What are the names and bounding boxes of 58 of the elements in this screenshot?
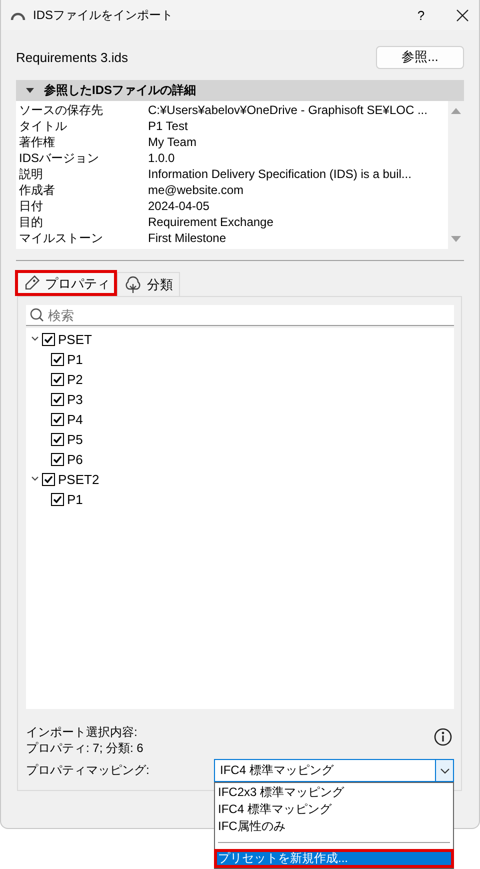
field-label: 説明 [19,166,44,182]
field-value: First Milestone [148,231,228,245]
field-value: 2024-04-05 [148,199,210,213]
tree-item-label[interactable]: P1 [67,352,83,366]
dropdown-option[interactable]: IFC2x3 標準マッピング [215,784,453,801]
chevron-down-icon[interactable] [31,475,39,483]
checkbox[interactable] [51,432,64,446]
tree-item-label[interactable]: P6 [67,452,83,466]
mapping-label: プロパティマッピング: [26,762,150,779]
checkbox[interactable] [51,352,64,366]
checkbox[interactable] [42,332,55,346]
checkbox[interactable] [51,492,64,506]
search-field[interactable]: 検索 [26,305,454,326]
field-label: ソースの保存先 [19,102,104,118]
field-label: 日付 [19,198,44,214]
summary-counts: プロパティ: 7; 分類: 6 [26,740,144,756]
checkbox[interactable] [51,392,64,406]
summary-title: インポート選択内容: [26,724,138,740]
tree-item-label[interactable]: PSET2 [58,472,100,486]
tab[interactable]: プロパティ [15,270,117,296]
tree-icon [124,276,142,294]
field-value: me@website.com [148,183,245,197]
dropdown-option[interactable]: IFC4 標準マッピング [215,801,453,818]
checkbox[interactable] [51,452,64,466]
tree-item-label[interactable]: P5 [67,432,83,446]
help-button[interactable]: ? [406,8,436,22]
field-value: My Team [148,135,198,149]
field-label: タイトル [19,118,68,134]
tab[interactable]: 分類 [117,272,180,296]
info-icon[interactable] [434,728,452,746]
section-header[interactable]: 参照したIDSファイルの詳細 [16,80,464,101]
field-value: Requirement Exchange [148,215,274,229]
field-label: マイルストーン [19,230,104,246]
tree-item-label[interactable]: P2 [67,372,83,386]
tree-item-label[interactable]: P3 [67,392,83,406]
field-value: Information Delivery Specification (IDS) is a buil... [148,167,412,181]
checkbox[interactable] [51,372,64,386]
field-label: 目的 [19,214,44,230]
browse-button[interactable]: 参照... [376,46,464,68]
field-value: 1.0.0 [148,151,176,165]
field-value: P1 Test [148,119,189,133]
field-label: 著作権 [19,134,56,150]
window-title: IDSファイルをインポート [33,6,174,24]
file-name: Requirements 3.ids [16,50,128,64]
checkbox[interactable] [51,412,64,426]
tree-item-label[interactable]: P4 [67,412,83,426]
tree-item-label[interactable]: P1 [67,492,83,506]
dropdown-option[interactable]: IFC属性のみ [215,818,453,835]
menu-action-item[interactable]: プリセットを新規作成... [215,850,453,867]
checkbox[interactable] [42,472,55,486]
field-label: IDSバージョン [19,150,100,166]
field-label: 作成者 [19,182,56,198]
field-value: C:¥Users¥abelov¥OneDrive - Graphisoft SE¥LOC ... [148,103,428,117]
tree-item-label[interactable]: PSET [58,332,92,346]
chevron-down-icon[interactable] [31,335,39,343]
close-icon[interactable] [456,8,469,22]
search-icon [30,308,44,322]
chevron-down-icon[interactable] [440,768,450,774]
